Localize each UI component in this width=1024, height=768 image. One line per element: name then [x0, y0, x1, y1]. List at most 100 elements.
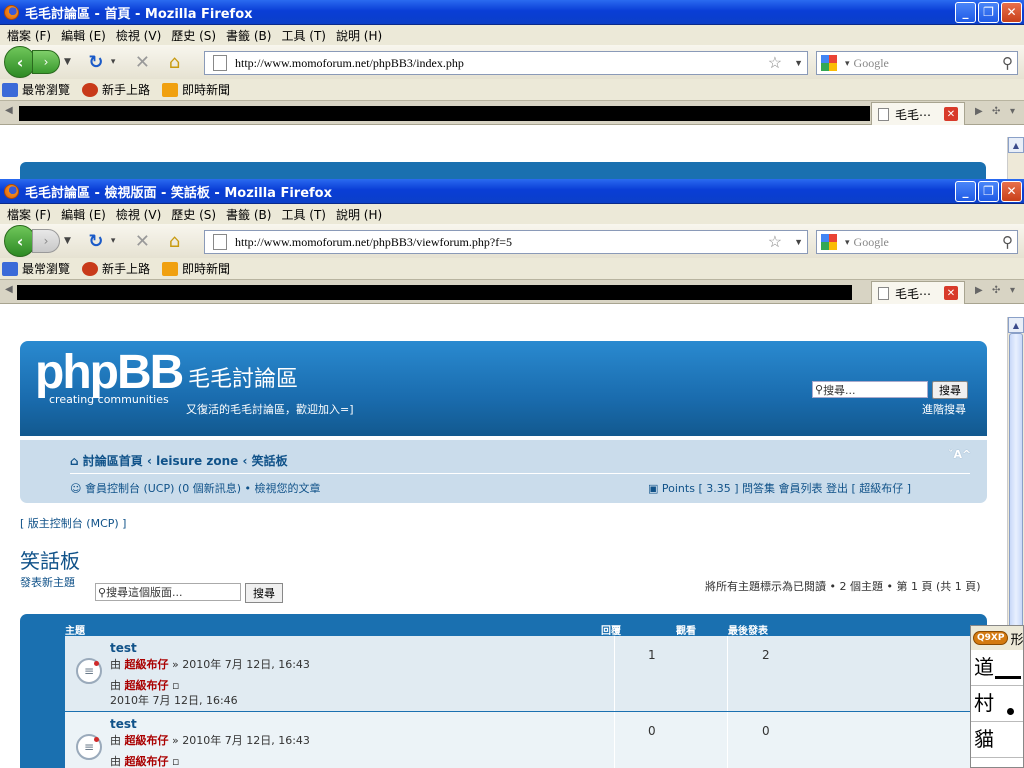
forum-search-input[interactable]: ⚲ 搜尋這個版面...: [95, 583, 241, 601]
magnifier-icon[interactable]: ⚲: [1002, 54, 1013, 73]
url-dropdown-icon[interactable]: ▼: [794, 237, 803, 247]
history-dropdown-icon[interactable]: ▼: [64, 236, 71, 246]
topic-author[interactable]: 超級布仔: [125, 658, 169, 671]
tab-scroll-left-icon[interactable]: ◀: [5, 105, 13, 116]
close-button[interactable]: ✕: [1001, 1, 1022, 23]
reload-icon[interactable]: ↻: [85, 230, 107, 252]
menu-file[interactable]: 檔案 (F): [7, 206, 51, 223]
forum-title[interactable]: 笑話板: [20, 545, 80, 574]
url-bar[interactable]: http://www.momoforum.net/phpBB3/index.ph…: [204, 51, 808, 75]
header-search-input[interactable]: ⚲ 搜尋...: [812, 381, 928, 398]
menu-history[interactable]: 歷史 (S): [171, 27, 216, 44]
topic-row[interactable]: ≡ test 由 超級布仔 » 2010年 7月 12日, 16:43 由 超級…: [65, 636, 987, 711]
bookmark-getting-started[interactable]: 新手上路: [82, 260, 150, 277]
tab-scroll-right-icon[interactable]: ▶: [975, 106, 983, 117]
ucp-link[interactable]: ☺ 會員控制台 (UCP) (0 個新訊息) • 檢視您的文章: [70, 480, 320, 496]
search-bar[interactable]: ▾ Google ⚲: [816, 51, 1018, 75]
advanced-search-link[interactable]: 進階搜尋: [922, 401, 966, 417]
forward-button[interactable]: ›: [32, 50, 60, 74]
user-links[interactable]: ▣ Points [ 3.35 ] 問答集 會員列表 登出 [ 超級布仔 ]: [648, 480, 911, 496]
tab-scroll-right-icon[interactable]: ▶: [975, 285, 983, 296]
reload-dropdown-icon[interactable]: ▾: [111, 57, 116, 67]
url-dropdown-icon[interactable]: ▼: [794, 58, 803, 68]
new-tab-icon[interactable]: ✣: [992, 106, 1000, 117]
menu-tools[interactable]: 工具 (T): [281, 206, 326, 223]
ime-badge[interactable]: Q9XP: [973, 631, 1009, 645]
pagination[interactable]: 將所有主題標示為已閱讀 • 2 個主題 • 第 1 頁 (共 1 頁): [705, 578, 981, 594]
menu-edit[interactable]: 編輯 (E): [61, 206, 106, 223]
bookmark-star-icon[interactable]: ☆: [768, 53, 782, 73]
menu-file[interactable]: 檔案 (F): [7, 27, 51, 44]
scroll-up-icon[interactable]: ▲: [1008, 137, 1024, 153]
bookmark-getting-started[interactable]: 新手上路: [82, 81, 150, 98]
breadcrumb[interactable]: ⌂ 討論區首頁 ‹ leisure zone ‹ 笑話板: [70, 452, 288, 469]
reload-dropdown-icon[interactable]: ▾: [111, 236, 116, 246]
reload-icon[interactable]: ↻: [85, 51, 107, 73]
menu-history[interactable]: 歷史 (S): [171, 206, 216, 223]
new-tab-icon[interactable]: ✣: [992, 285, 1000, 296]
home-icon[interactable]: ⌂: [163, 230, 185, 252]
vertical-scrollbar[interactable]: ▲: [1007, 137, 1024, 180]
search-bar[interactable]: ▾ Google ⚲: [816, 230, 1018, 254]
topic-author[interactable]: 超級布仔: [125, 734, 169, 747]
view-latest-post-icon[interactable]: ▫: [172, 755, 179, 768]
menu-bookmarks[interactable]: 書籤 (B): [226, 27, 271, 44]
menu-view[interactable]: 檢視 (V): [116, 206, 161, 223]
last-post-author[interactable]: 超級布仔: [125, 679, 169, 692]
active-tab[interactable]: 毛毛⋯ ✕: [871, 102, 965, 125]
scroll-thumb[interactable]: [1009, 333, 1023, 663]
url-bar[interactable]: http://www.momoforum.net/phpBB3/viewforu…: [204, 230, 808, 254]
menu-bookmarks[interactable]: 書籤 (B): [226, 206, 271, 223]
ime-candidate[interactable]: 貓: [971, 722, 1023, 758]
search-input[interactable]: Google: [854, 56, 1002, 71]
bookmark-news[interactable]: 即時新聞: [162, 81, 230, 98]
topic-row[interactable]: ≡ test 由 超級布仔 » 2010年 7月 12日, 16:43 由 超級…: [65, 712, 987, 768]
menu-view[interactable]: 檢視 (V): [116, 27, 161, 44]
minimize-button[interactable]: _: [955, 1, 976, 23]
history-dropdown-icon[interactable]: ▼: [64, 57, 71, 67]
ime-mode-label[interactable]: 形: [1010, 629, 1023, 648]
bookmark-most-visited[interactable]: 最常瀏覽: [2, 81, 70, 98]
url-text[interactable]: http://www.momoforum.net/phpBB3/index.ph…: [235, 56, 768, 71]
stop-icon[interactable]: ✕: [131, 51, 153, 73]
google-icon[interactable]: [821, 55, 837, 71]
menu-help[interactable]: 說明 (H): [336, 27, 382, 44]
topic-title[interactable]: test: [110, 641, 137, 655]
search-input[interactable]: Google: [854, 235, 1002, 250]
restore-button[interactable]: ❐: [978, 180, 999, 202]
menu-tools[interactable]: 工具 (T): [281, 27, 326, 44]
tab-list-icon[interactable]: ▾: [1010, 106, 1015, 117]
tab-close-icon[interactable]: ✕: [944, 107, 958, 121]
menu-help[interactable]: 說明 (H): [336, 206, 382, 223]
font-size-control[interactable]: ˇA^: [948, 448, 971, 461]
last-post-author[interactable]: 超級布仔: [125, 755, 169, 768]
tab-list-icon[interactable]: ▾: [1010, 285, 1015, 296]
scroll-up-icon[interactable]: ▲: [1008, 317, 1024, 333]
mcp-link[interactable]: [ 版主控制台 (MCP) ]: [20, 515, 126, 531]
active-tab[interactable]: 毛毛⋯ ✕: [871, 281, 965, 304]
close-button[interactable]: ✕: [1001, 180, 1022, 202]
ime-candidate[interactable]: 村: [971, 686, 1023, 722]
phpbb-logo[interactable]: phpBB: [35, 349, 184, 397]
forum-search-button[interactable]: 搜尋: [245, 583, 283, 603]
minimize-button[interactable]: _: [955, 180, 976, 202]
bookmark-most-visited[interactable]: 最常瀏覽: [2, 260, 70, 277]
bookmark-news[interactable]: 即時新聞: [162, 260, 230, 277]
search-engine-dropdown-icon[interactable]: ▾: [845, 58, 850, 69]
google-icon[interactable]: [821, 234, 837, 250]
home-icon[interactable]: ⌂: [163, 51, 185, 73]
tab-scroll-left-icon[interactable]: ◀: [5, 284, 13, 295]
menu-edit[interactable]: 編輯 (E): [61, 27, 106, 44]
magnifier-icon[interactable]: ⚲: [1002, 233, 1013, 252]
stop-icon[interactable]: ✕: [131, 230, 153, 252]
url-text[interactable]: http://www.momoforum.net/phpBB3/viewforu…: [235, 235, 768, 250]
search-engine-dropdown-icon[interactable]: ▾: [845, 237, 850, 248]
ime-candidate[interactable]: 道: [971, 650, 1023, 686]
bookmark-star-icon[interactable]: ☆: [768, 232, 782, 252]
tab-close-icon[interactable]: ✕: [944, 286, 958, 300]
header-search-button[interactable]: 搜尋: [932, 381, 968, 399]
topic-title[interactable]: test: [110, 717, 137, 731]
restore-button[interactable]: ❐: [978, 1, 999, 23]
forward-button[interactable]: ›: [32, 229, 60, 253]
view-latest-post-icon[interactable]: ▫: [172, 679, 179, 692]
